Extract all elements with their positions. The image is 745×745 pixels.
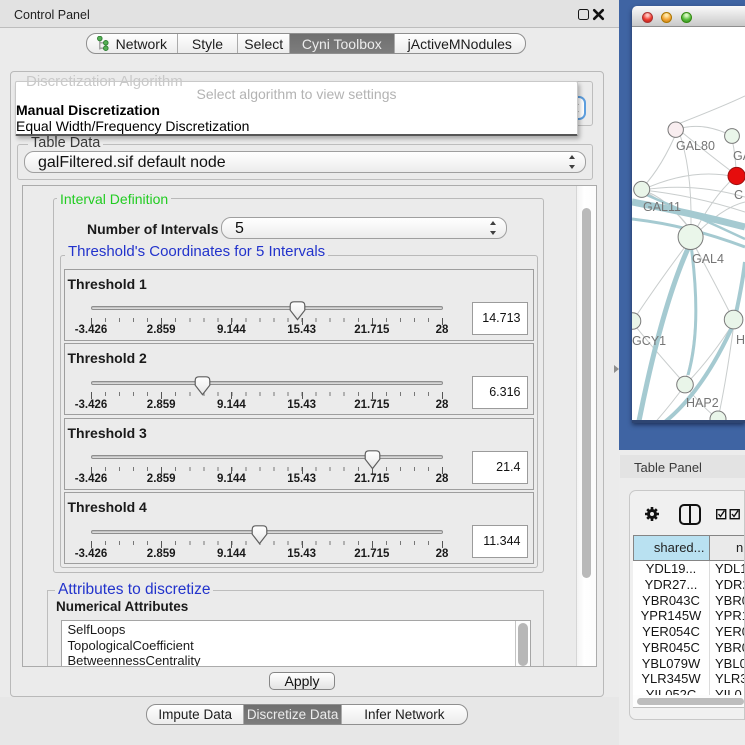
svg-text:GAL11: GAL11 [643,200,681,214]
svg-text:H: H [736,333,745,347]
svg-text:GAL80: GAL80 [676,139,715,153]
svg-text:GAL4: GAL4 [692,252,724,266]
svg-text:GCY1: GCY1 [632,334,666,348]
svg-text:GA: GA [733,149,745,163]
svg-text:C: C [734,188,743,202]
svg-text:HAP2: HAP2 [686,396,719,410]
